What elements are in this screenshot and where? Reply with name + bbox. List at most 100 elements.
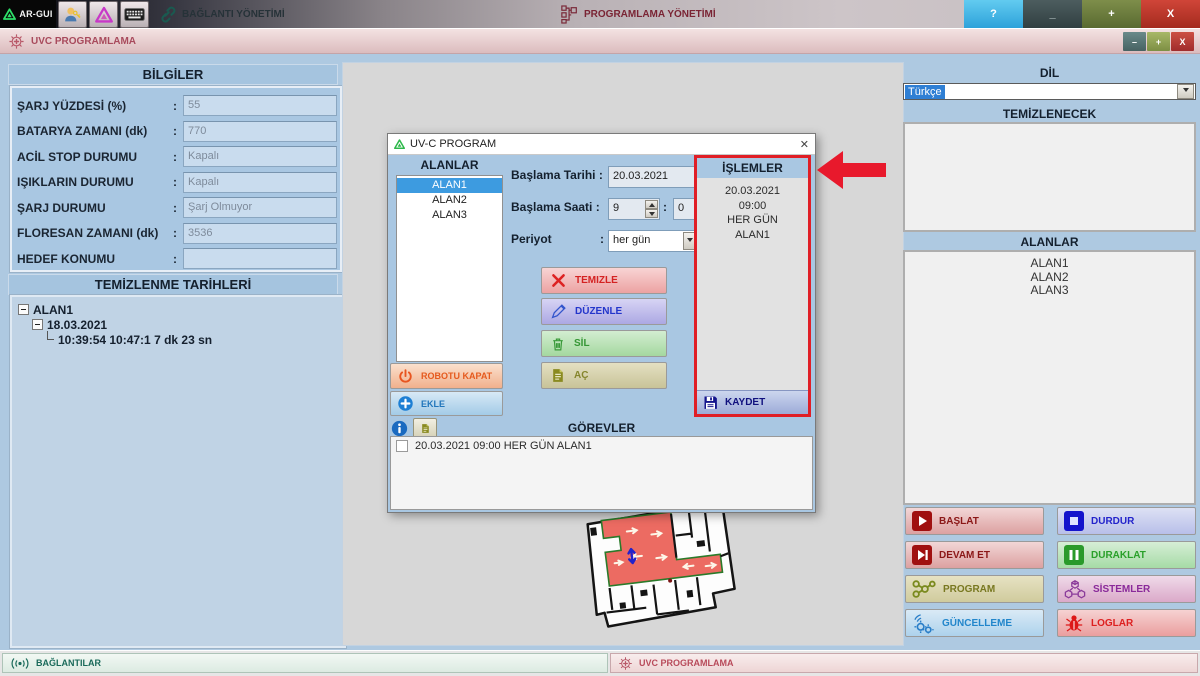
field-value-input[interactable]: 55 [183, 95, 337, 116]
keyboard-button[interactable] [120, 0, 149, 28]
pencil-icon [551, 304, 566, 319]
spin-down-icon[interactable] [645, 209, 658, 218]
magenta-triangle-icon [94, 6, 113, 23]
field-value-input[interactable] [183, 248, 337, 269]
period-dropdown[interactable]: her gün [608, 230, 698, 252]
tree-collapse-icon[interactable] [18, 304, 29, 315]
clean-dates-tree: ALAN1 18.03.2021 10:39:54 10:47:1 7 dk 2… [9, 294, 347, 649]
info-fields-panel: ŞARJ YÜZDESİ (%) : 55 BATARYA ZAMANI (dk… [9, 85, 343, 273]
uvc-minimize-button[interactable]: – [1123, 32, 1146, 51]
menu-baglanti-yonetimi[interactable]: BAĞLANTI YÖNETİMİ [157, 5, 285, 24]
area-list-item-selected[interactable]: ALAN1 [397, 178, 502, 193]
right-areas-title: ALANLAR [1020, 235, 1079, 249]
user-account-button[interactable] [58, 0, 87, 28]
keyboard-icon [124, 7, 145, 21]
uvc-close-button[interactable]: X [1171, 32, 1194, 51]
islemler-list[interactable]: 20.03.2021 09:00 HER GÜN ALAN1 [697, 178, 808, 390]
task-row[interactable]: 20.03.2021 09:00 HER GÜN ALAN1 [391, 437, 812, 455]
menu-programlama-yonetimi[interactable]: PROGRAMLAMA YÖNETİMİ [561, 4, 716, 24]
link-icon [161, 6, 176, 23]
dialog-title: UV-C PROGRAM [410, 138, 497, 150]
duzenle-button[interactable]: DÜZENLE [541, 298, 667, 325]
uvc-program-dialog: UV-C PROGRAM ✕ ALANLAR ALAN1 ALAN2 ALAN3… [387, 133, 816, 513]
play-icon [912, 511, 932, 531]
help-button[interactable]: ? [964, 0, 1023, 28]
field-row-sarj-durumu: ŞARJ DURUMU : Şarj Olmuyor [17, 197, 337, 218]
uvc-virus-icon [619, 656, 632, 670]
language-dropdown[interactable]: Türkçe [903, 83, 1196, 100]
area-list-item[interactable]: ALAN2 [397, 193, 502, 208]
uvc-window-titlebar: UVC PROGRAMLAMA – + X [0, 28, 1200, 54]
uvc-window-title: UVC PROGRAMLAMA [31, 35, 136, 47]
dialog-close-icon[interactable]: ✕ [800, 138, 809, 151]
area-list-item[interactable]: ALAN3 [397, 208, 502, 223]
to-clean-title: TEMİZLENECEK [1002, 107, 1097, 121]
field-value-input[interactable]: Kapalı [183, 146, 337, 167]
floppy-disk-icon [704, 396, 717, 409]
baslat-button[interactable]: BAŞLAT [905, 507, 1044, 535]
field-value-input[interactable]: 3536 [183, 222, 337, 244]
floor-map[interactable] [572, 500, 744, 647]
hierarchy-icon [561, 4, 577, 24]
right-area-item[interactable]: ALAN3 [905, 283, 1194, 298]
field-label: FLORESAN ZAMANI (dk) [17, 226, 159, 240]
period-colon: : [600, 232, 604, 246]
task-checkbox[interactable] [396, 440, 408, 452]
tasks-title: GÖREVLER [567, 421, 636, 435]
chevron-down-icon[interactable] [1177, 84, 1194, 99]
field-row-acil-stop: ACİL STOP DURUMU : Kapalı [17, 146, 337, 167]
ac-button[interactable]: AÇ [541, 362, 667, 389]
trash-icon [553, 338, 563, 351]
dialog-areas-title: ALANLAR [420, 158, 479, 172]
sil-button[interactable]: SİL [541, 330, 667, 357]
duraklat-button[interactable]: DURAKLAT [1057, 541, 1196, 569]
document-icon [553, 369, 563, 382]
loglar-button[interactable]: LOGLAR [1057, 609, 1196, 637]
tree-node-area[interactable]: ALAN1 [18, 302, 338, 317]
start-date-label: Başlama Tarihi : [511, 168, 603, 182]
signal-icon [11, 657, 29, 669]
operation-line: 20.03.2021 [724, 185, 781, 197]
field-row-batarya: BATARYA ZAMANI (dk) : 770 [17, 120, 337, 142]
spin-up-icon[interactable] [645, 200, 658, 209]
kaydet-button[interactable]: KAYDET [697, 390, 808, 414]
durdur-button[interactable]: DURDUR [1057, 507, 1196, 535]
dialog-titlebar[interactable]: UV-C PROGRAM ✕ [388, 134, 815, 155]
guncelleme-button[interactable]: GÜNCELLEME [905, 609, 1044, 637]
tree-node-date[interactable]: 18.03.2021 [18, 317, 338, 332]
stop-icon [1064, 511, 1084, 531]
cubes-icon [1064, 579, 1086, 598]
program-button[interactable]: PROGRAM [905, 575, 1044, 603]
update-gears-icon [914, 613, 934, 634]
triangle-app-button[interactable] [89, 0, 118, 28]
language-title: DİL [1039, 66, 1060, 80]
robotu-kapat-button[interactable]: ROBOTU KAPAT [390, 363, 503, 389]
to-clean-list[interactable] [903, 122, 1196, 232]
close-button[interactable]: X [1141, 0, 1200, 28]
status-connections[interactable]: BAĞLANTILAR [2, 653, 608, 673]
hour-spinner[interactable]: 9 [608, 198, 660, 220]
dialog-area-list: ALAN1 ALAN2 ALAN3 [396, 175, 503, 362]
field-value-input[interactable]: 770 [183, 120, 337, 142]
time-separator: : [663, 200, 667, 214]
ekle-button[interactable]: EKLE [390, 391, 503, 416]
status-uvc-programlama[interactable]: UVC PROGRAMLAMA [610, 653, 1198, 673]
minimize-button[interactable]: _ [1023, 0, 1082, 28]
main-titlebar: AR-GUI BAĞLANTI YÖNETİMİ PROGRAMLAMA YÖN… [0, 0, 1200, 28]
sistemler-button[interactable]: SİSTEMLER [1057, 575, 1196, 603]
field-value-input[interactable]: Kapalı [183, 171, 337, 193]
field-label: BATARYA ZAMANI (dk) [17, 124, 148, 138]
devam-et-button[interactable]: DEVAM ET [905, 541, 1044, 569]
right-area-item[interactable]: ALAN2 [905, 270, 1194, 285]
field-value-input[interactable]: Şarj Olmuyor [183, 197, 337, 218]
right-area-item[interactable]: ALAN1 [905, 256, 1194, 271]
field-label: ACİL STOP DURUMU [17, 149, 138, 164]
tree-node-detail[interactable]: 10:39:54 10:47:1 7 dk 23 sn [18, 331, 338, 347]
uvc-maximize-button[interactable]: + [1147, 32, 1170, 51]
tree-collapse-icon[interactable] [32, 319, 43, 330]
temizle-button[interactable]: TEMIZLE [541, 267, 667, 294]
maximize-button[interactable]: + [1082, 0, 1141, 28]
islemler-panel-highlighted: İŞLEMLER 20.03.2021 09:00 HER GÜN ALAN1 [694, 155, 811, 417]
plus-circle-icon [398, 396, 413, 411]
field-label: HEDEF KONUMU [17, 251, 115, 266]
